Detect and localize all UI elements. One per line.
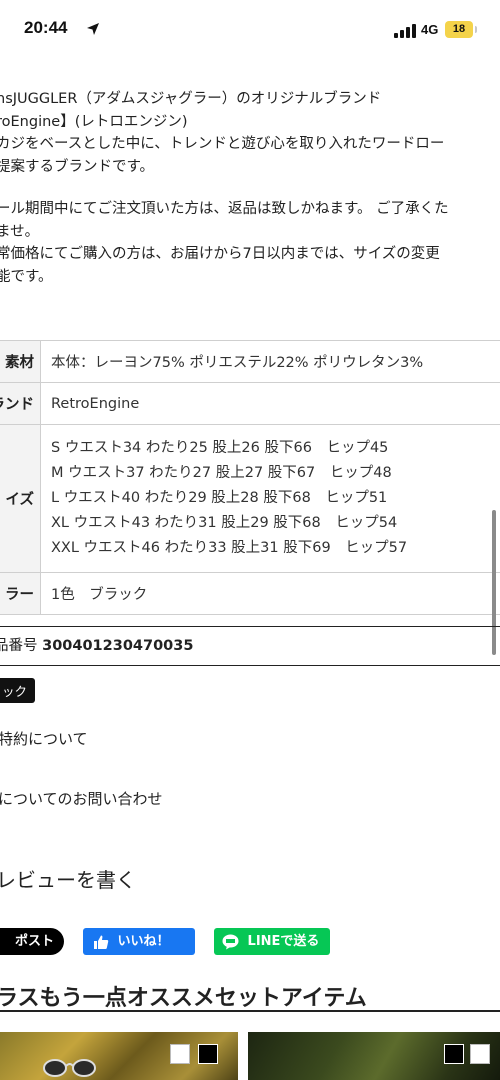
status-bar: 20:44 4G 18 — [0, 0, 500, 62]
spec-row-color: ラー 1色 ブラック — [0, 572, 500, 615]
color-swatch-white[interactable] — [170, 1044, 190, 1064]
write-review-link[interactable]: レビューを書く — [0, 864, 136, 893]
cellular-signal-icon — [394, 24, 416, 38]
battery-icon: 18 — [445, 21, 473, 38]
location-arrow-icon — [87, 23, 99, 35]
product-number-label: 品番号 — [0, 638, 38, 654]
product-number-value: 300401230470035 — [42, 638, 194, 654]
spec-label-color: ラー — [0, 572, 41, 615]
spec-row-size: イズ S ウエスト34 わたり25 股上26 股下66 ヒップ45 M ウエスト… — [0, 424, 500, 573]
network-type: 4G — [421, 22, 439, 37]
battery-tip — [475, 26, 477, 33]
sunglasses-icon — [43, 1059, 96, 1077]
spec-row-material: 素材 本体：レーヨン75% ポリエステル22% ポリウレタン3% — [0, 340, 500, 383]
description-line: nsJUGGLER（アダムスジャグラー）のオリジナルブランド — [0, 91, 382, 107]
size-line: S ウエスト34 わたり25 股上26 股下66 ヒップ45 — [51, 440, 389, 456]
terms-link[interactable]: 特約について — [0, 728, 88, 749]
description-line: roEngine】(レトロエンジン) — [0, 113, 188, 130]
recommend-item-image[interactable] — [248, 1032, 500, 1080]
recommend-item-image[interactable] — [0, 1032, 238, 1080]
thumbs-up-icon — [94, 935, 109, 949]
color-swatch-black[interactable] — [198, 1044, 218, 1064]
spec-label-material: 素材 — [0, 340, 41, 383]
post-button-label: ポスト — [14, 934, 54, 949]
spec-label-brand: ランド — [0, 382, 41, 425]
facebook-like-button[interactable]: いいね！ — [83, 928, 195, 955]
post-button[interactable]: ポスト — [0, 928, 64, 955]
line-logo-icon — [222, 934, 239, 949]
spec-value-color: 1色 ブラック — [40, 572, 500, 615]
spec-value-size: S ウエスト34 わたり25 股上26 股下66 ヒップ45 M ウエスト37 … — [40, 424, 500, 573]
size-line: XL ウエスト43 わたり31 股上29 股下68 ヒップ54 — [51, 515, 398, 531]
color-swatch-white[interactable] — [470, 1044, 490, 1064]
description-line: ール期間中にてご注文頂いた方は、返品は致しかねます。 ご了承くた — [0, 201, 449, 217]
inquiry-link[interactable]: についてのお問い合わせ — [0, 788, 163, 809]
recommend-section-title: ラスもう一点オススメセットアイテム — [0, 986, 367, 1011]
spec-row-brand: ランド RetroEngine — [0, 382, 500, 425]
status-time: 20:44 — [24, 18, 68, 37]
size-line: L ウエスト40 わたり29 股上28 股下68 ヒップ51 — [51, 490, 388, 506]
description-line: 提案するブランドです。 — [0, 158, 155, 175]
product-number: 品番号 300401230470035 — [0, 626, 500, 666]
line-share-button[interactable]: LINEで送る — [214, 928, 330, 955]
color-swatch-black[interactable] — [444, 1044, 464, 1064]
spec-value-brand: RetroEngine — [40, 382, 500, 425]
spec-value-material: 本体：レーヨン75% ポリエステル22% ポリウレタン3% — [40, 340, 500, 383]
size-line: M ウエスト37 わたり27 股上27 股下67 ヒップ48 — [51, 465, 392, 481]
section-divider — [0, 1010, 500, 1012]
size-line: XXL ウエスト46 わたり33 股上31 股下69 ヒップ57 — [51, 540, 408, 556]
product-description: nsJUGGLER（アダムスジャグラー）のオリジナルブランド roEngine】… — [0, 88, 500, 288]
like-button-label: いいね！ — [117, 934, 170, 949]
line-button-label: LINEで送る — [247, 934, 320, 949]
spec-label-size: イズ — [0, 424, 41, 573]
description-line: 常価格にてご購入の方は、お届けから7日以内までは、サイズの変更 — [0, 246, 440, 262]
color-tag[interactable]: ック — [0, 678, 36, 703]
description-line: 能です。 — [0, 268, 53, 285]
spec-table: 素材 本体：レーヨン75% ポリエステル22% ポリウレタン3% ランド Ret… — [0, 340, 500, 615]
description-line: ませ。 — [0, 223, 40, 240]
description-line: カジをベースとした中に、トレンドと遊び心を取り入れたワードロー — [0, 136, 445, 152]
